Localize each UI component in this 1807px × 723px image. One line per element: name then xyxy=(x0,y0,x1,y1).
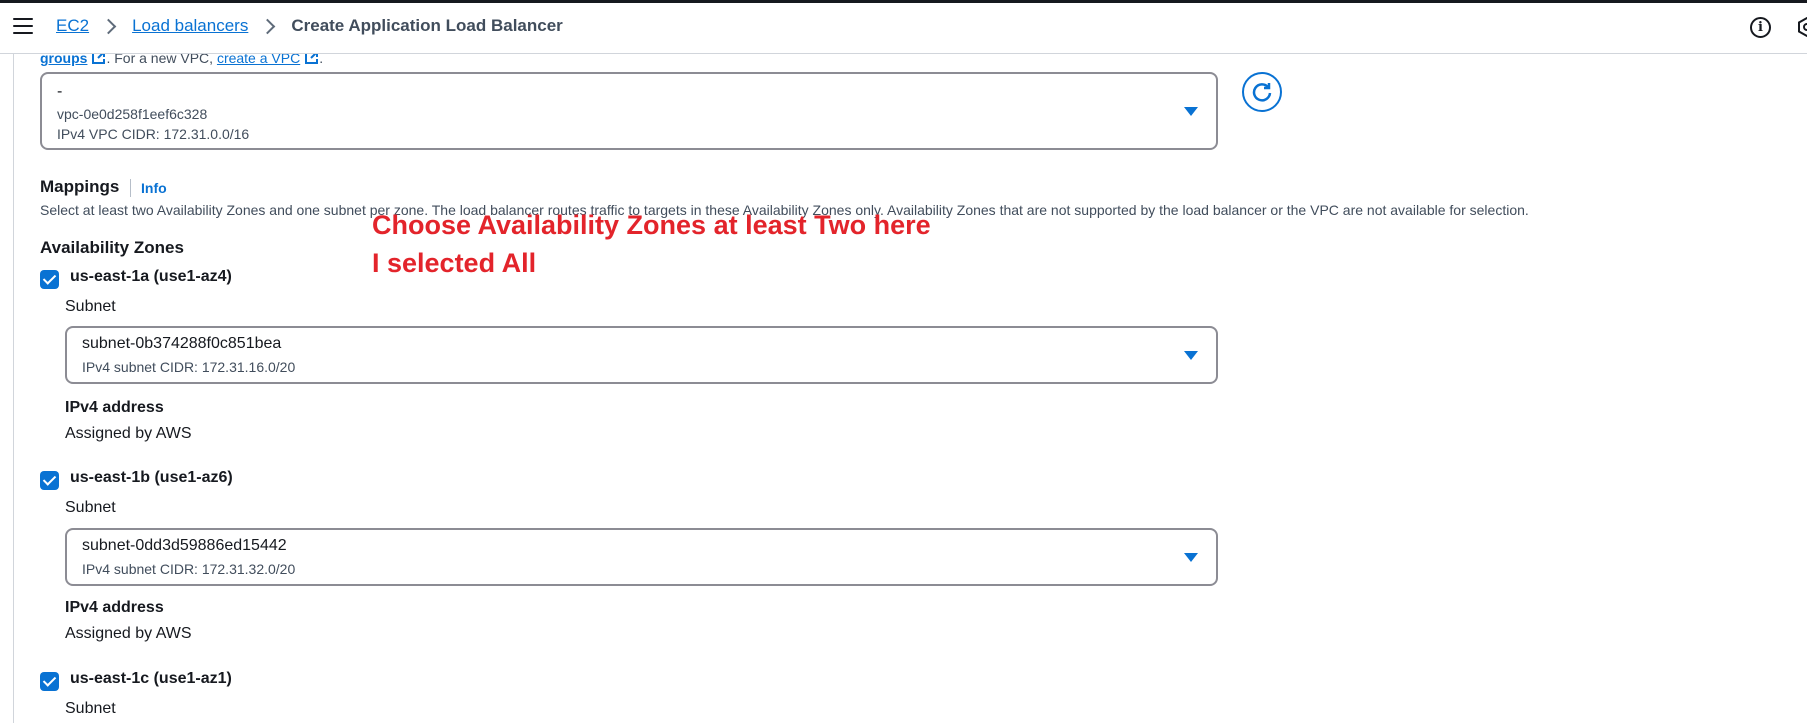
subnet-id: subnet-0dd3d59886ed15442 xyxy=(82,537,287,554)
chevron-right-icon xyxy=(100,18,117,34)
subnet-label: Subnet xyxy=(65,298,116,315)
subnet-label: Subnet xyxy=(65,700,116,717)
left-rail-divider xyxy=(13,53,14,723)
chevron-right-icon xyxy=(260,18,276,34)
zone-label: us-east-1c (use1-az1) xyxy=(70,670,232,687)
vpc-name: - xyxy=(57,83,63,100)
info-icon[interactable]: i xyxy=(1750,17,1771,38)
menu-icon[interactable] xyxy=(13,18,33,36)
refresh-icon xyxy=(1252,83,1272,102)
zone-checkbox-us-east-1a[interactable] xyxy=(40,270,59,289)
ipv4-address-title: IPv4 address xyxy=(65,599,164,616)
breadcrumb-header: EC2 Load balancers Create Application Lo… xyxy=(0,3,1807,54)
ipv4-address-title: IPv4 address xyxy=(65,399,164,416)
caret-down-icon xyxy=(1184,553,1198,562)
zone-checkbox-us-east-1b[interactable] xyxy=(40,471,59,490)
caret-down-icon xyxy=(1184,107,1198,116)
refresh-button[interactable] xyxy=(1242,72,1282,112)
vpc-select[interactable]: - vpc-0e0d258f1eef6c328 IPv4 VPC CIDR: 1… xyxy=(40,72,1218,150)
subnet-label: Subnet xyxy=(65,499,116,516)
zone-checkbox-us-east-1c[interactable] xyxy=(40,672,59,691)
zone-label: us-east-1a (use1-az4) xyxy=(70,268,232,285)
mappings-title: Mappings xyxy=(40,177,120,196)
availability-zones-heading: Availability Zones xyxy=(40,238,184,257)
ipv4-address-value: Assigned by AWS xyxy=(65,625,192,642)
mappings-info-link[interactable]: Info xyxy=(141,180,167,196)
divider xyxy=(130,179,131,197)
breadcrumb: EC2 Load balancers Create Application Lo… xyxy=(56,16,563,36)
subnet-select[interactable]: subnet-0b374288f0c851bea IPv4 subnet CID… xyxy=(65,326,1218,384)
subnet-id: subnet-0b374288f0c851bea xyxy=(82,335,282,352)
breadcrumb-ec2[interactable]: EC2 xyxy=(56,16,89,36)
zone-label: us-east-1b (use1-az6) xyxy=(70,469,233,486)
subnet-select[interactable]: subnet-0dd3d59886ed15442 IPv4 subnet CID… xyxy=(65,528,1218,586)
annotation-overlay: Choose Availability Zones at least Two h… xyxy=(372,210,931,278)
breadcrumb-load-balancers[interactable]: Load balancers xyxy=(132,16,248,36)
main-content: groups. For a new VPC, create a VPC. - v… xyxy=(40,50,1800,723)
breadcrumb-current-page: Create Application Load Balancer xyxy=(291,16,563,35)
subnet-cidr: IPv4 subnet CIDR: 172.31.16.0/20 xyxy=(82,359,296,375)
caret-down-icon xyxy=(1184,351,1198,360)
subnet-cidr: IPv4 subnet CIDR: 172.31.32.0/20 xyxy=(82,561,296,577)
vpc-id: vpc-0e0d258f1eef6c328 xyxy=(57,106,208,122)
vpc-cidr: IPv4 VPC CIDR: 172.31.0.0/16 xyxy=(57,126,250,142)
settings-icon[interactable] xyxy=(1797,17,1807,37)
ipv4-address-value: Assigned by AWS xyxy=(65,425,192,442)
